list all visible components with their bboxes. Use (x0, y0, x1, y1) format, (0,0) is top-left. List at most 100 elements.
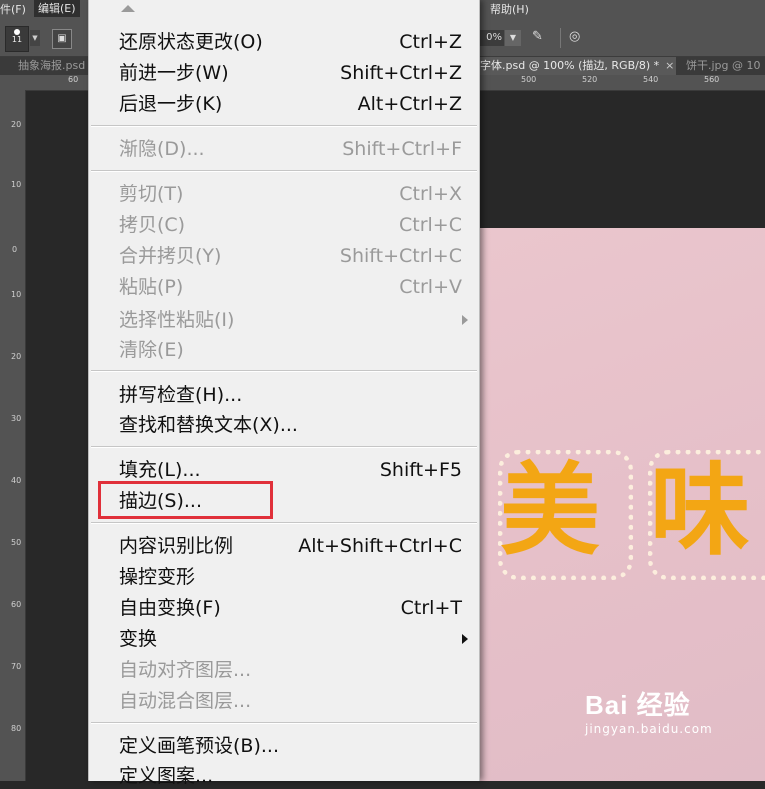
ruler-label: 60 (11, 600, 22, 609)
menu-item-shortcut: Shift+Ctrl+Z (340, 62, 462, 84)
menu-separator (91, 125, 477, 127)
menu-item-puppet-warp[interactable]: 操控变形 (89, 564, 479, 590)
menu-item-label: 拷贝(C) (119, 214, 186, 236)
menu-item-shortcut: Ctrl+V (399, 276, 462, 298)
edit-menu: 还原状态更改(O) Ctrl+Z 前进一步(W) Shift+Ctrl+Z 后退… (88, 0, 480, 787)
stroke-highlight-box (98, 481, 273, 519)
menu-separator (91, 170, 477, 172)
flow-input[interactable]: 0% (478, 30, 504, 46)
menu-item-auto-align-layers[interactable]: 自动对齐图层... (89, 657, 479, 683)
menu-item-shortcut: Alt+Ctrl+Z (357, 93, 462, 115)
menu-separator (91, 446, 477, 448)
menu-item-shortcut: Ctrl+T (400, 597, 462, 619)
menu-item-label: 选择性粘贴(I) (119, 309, 235, 331)
submenu-arrow-icon (462, 315, 468, 325)
menu-item-shortcut: Shift+Ctrl+C (339, 245, 462, 267)
ruler-label: 0 (11, 245, 18, 254)
menu-item-label: 定义画笔预设(B)... (119, 735, 279, 757)
menu-separator (91, 522, 477, 524)
menu-item-shortcut: Shift+F5 (379, 459, 462, 481)
brush-preset-picker[interactable]: 11 (5, 26, 29, 52)
menu-item-label: 剪切(T) (119, 183, 184, 205)
menu-item-shortcut: Alt+Shift+Ctrl+C (298, 535, 462, 557)
ruler-label: 540 (643, 75, 659, 84)
menu-item-label: 自由变换(F) (119, 597, 221, 619)
watermark-url: jingyan.baidu.com (585, 722, 713, 736)
menu-item-copy[interactable]: 拷贝(C) Ctrl+C (89, 212, 479, 238)
submenu-arrow-icon (462, 634, 468, 644)
tab-poster[interactable]: 抽象海报.psd (18, 57, 88, 75)
menu-item-clear[interactable]: 清除(E) (89, 337, 479, 363)
menu-item-label: 还原状态更改(O) (119, 31, 263, 53)
ruler-label: 20 (11, 352, 22, 361)
menu-item-paste-special[interactable]: 选择性粘贴(I) (89, 307, 479, 333)
menu-item-label: 查找和替换文本(X)... (119, 414, 298, 436)
ruler-corner (0, 75, 25, 90)
menu-item-label: 拼写检查(H)... (119, 384, 243, 406)
menu-file[interactable]: 件(F) (0, 1, 26, 17)
menu-item-paste[interactable]: 粘贴(P) Ctrl+V (89, 274, 479, 300)
scroll-up-arrow-icon[interactable] (121, 5, 135, 12)
ruler-label: 520 (582, 75, 598, 84)
ruler-label: 20 (11, 120, 22, 129)
ruler-label: 500 (521, 75, 537, 84)
menu-item-label: 清除(E) (119, 339, 184, 361)
brush-size: 11 (11, 35, 23, 44)
ruler-label: 70 (11, 662, 22, 671)
menu-item-define-pattern[interactable]: 定义图案... (89, 763, 479, 789)
menu-item-shortcut: Shift+Ctrl+F (342, 138, 462, 160)
menu-item-spell-check[interactable]: 拼写检查(H)... (89, 382, 479, 408)
menu-item-content-aware-scale[interactable]: 内容识别比例 Alt+Shift+Ctrl+C (89, 533, 479, 559)
menu-item-free-transform[interactable]: 自由变换(F) Ctrl+T (89, 595, 479, 621)
menu-item-label: 后退一步(K) (119, 93, 223, 115)
baidu-watermark: Bai 经验 jingyan.baidu.com (585, 690, 765, 736)
menu-item-label: 变换 (119, 628, 158, 650)
pressure-icon[interactable]: ◎ (569, 29, 589, 47)
tab-font-document[interactable]: 字体.psd @ 100% (描边, RGB/8) * × (478, 57, 676, 75)
tab-close-icon[interactable]: × (665, 59, 674, 72)
canvas-text-char: 味 (650, 451, 750, 569)
menu-item-transform[interactable]: 变换 (89, 626, 479, 652)
menu-item-label: 定义图案... (119, 765, 214, 787)
flow-dropdown-icon[interactable]: ▼ (505, 30, 521, 46)
tab-label: 饼干.jpg @ 10 (686, 59, 761, 72)
menu-item-label: 渐隐(D)... (119, 138, 205, 160)
menu-item-label: 自动混合图层... (119, 690, 252, 712)
ruler-label: 10 (11, 180, 22, 189)
menu-item-copy-merged[interactable]: 合并拷贝(Y) Shift+Ctrl+C (89, 243, 479, 269)
document-canvas[interactable]: 美 味 Bai 经验 jingyan.baidu.com (480, 228, 765, 781)
menu-item-cut[interactable]: 剪切(T) Ctrl+X (89, 181, 479, 207)
watermark-logo: Bai 经验 (585, 690, 691, 720)
menu-item-label: 前进一步(W) (119, 62, 229, 84)
menu-edit[interactable]: 编辑(E) (34, 0, 80, 17)
menu-item-label: 粘贴(P) (119, 276, 184, 298)
brush-dropdown-icon[interactable]: ▼ (30, 30, 40, 46)
ruler-label: 40 (11, 476, 22, 485)
ruler-label: 60 (68, 75, 79, 84)
menu-item-label: 操控变形 (119, 566, 196, 588)
tab-cookie[interactable]: 饼干.jpg @ 10 (686, 57, 765, 75)
menu-item-shortcut: Ctrl+Z (399, 31, 462, 53)
menu-item-step-forward[interactable]: 前进一步(W) Shift+Ctrl+Z (89, 60, 479, 86)
ruler-label: 50 (11, 538, 22, 547)
ruler-label: 10 (11, 290, 22, 299)
menu-item-fade[interactable]: 渐隐(D)... Shift+Ctrl+F (89, 136, 479, 162)
menu-item-undo[interactable]: 还原状态更改(O) Ctrl+Z (89, 29, 479, 55)
airbrush-icon[interactable]: ✎ (532, 29, 552, 47)
menu-separator (91, 370, 477, 372)
menu-item-label: 自动对齐图层... (119, 659, 252, 681)
menu-item-step-backward[interactable]: 后退一步(K) Alt+Ctrl+Z (89, 91, 479, 117)
menu-item-fill[interactable]: 填充(L)... Shift+F5 (89, 457, 479, 483)
menu-item-label: 合并拷贝(Y) (119, 245, 222, 267)
menu-separator (91, 722, 477, 724)
vertical-ruler: 20 10 0 10 20 30 40 50 60 70 80 (0, 90, 26, 781)
menu-item-define-brush[interactable]: 定义画笔预设(B)... (89, 733, 479, 759)
menu-item-label: 内容识别比例 (119, 535, 234, 557)
ruler-label: 30 (11, 414, 22, 423)
brush-panel-icon[interactable]: ▣ (52, 29, 72, 49)
menu-item-find-replace[interactable]: 查找和替换文本(X)... (89, 412, 479, 438)
menu-help[interactable]: 帮助(H) (490, 1, 529, 17)
tab-label: 字体.psd @ 100% (描边, RGB/8) * (480, 59, 660, 72)
menu-item-shortcut: Ctrl+X (399, 183, 462, 205)
menu-item-auto-blend-layers[interactable]: 自动混合图层... (89, 688, 479, 714)
